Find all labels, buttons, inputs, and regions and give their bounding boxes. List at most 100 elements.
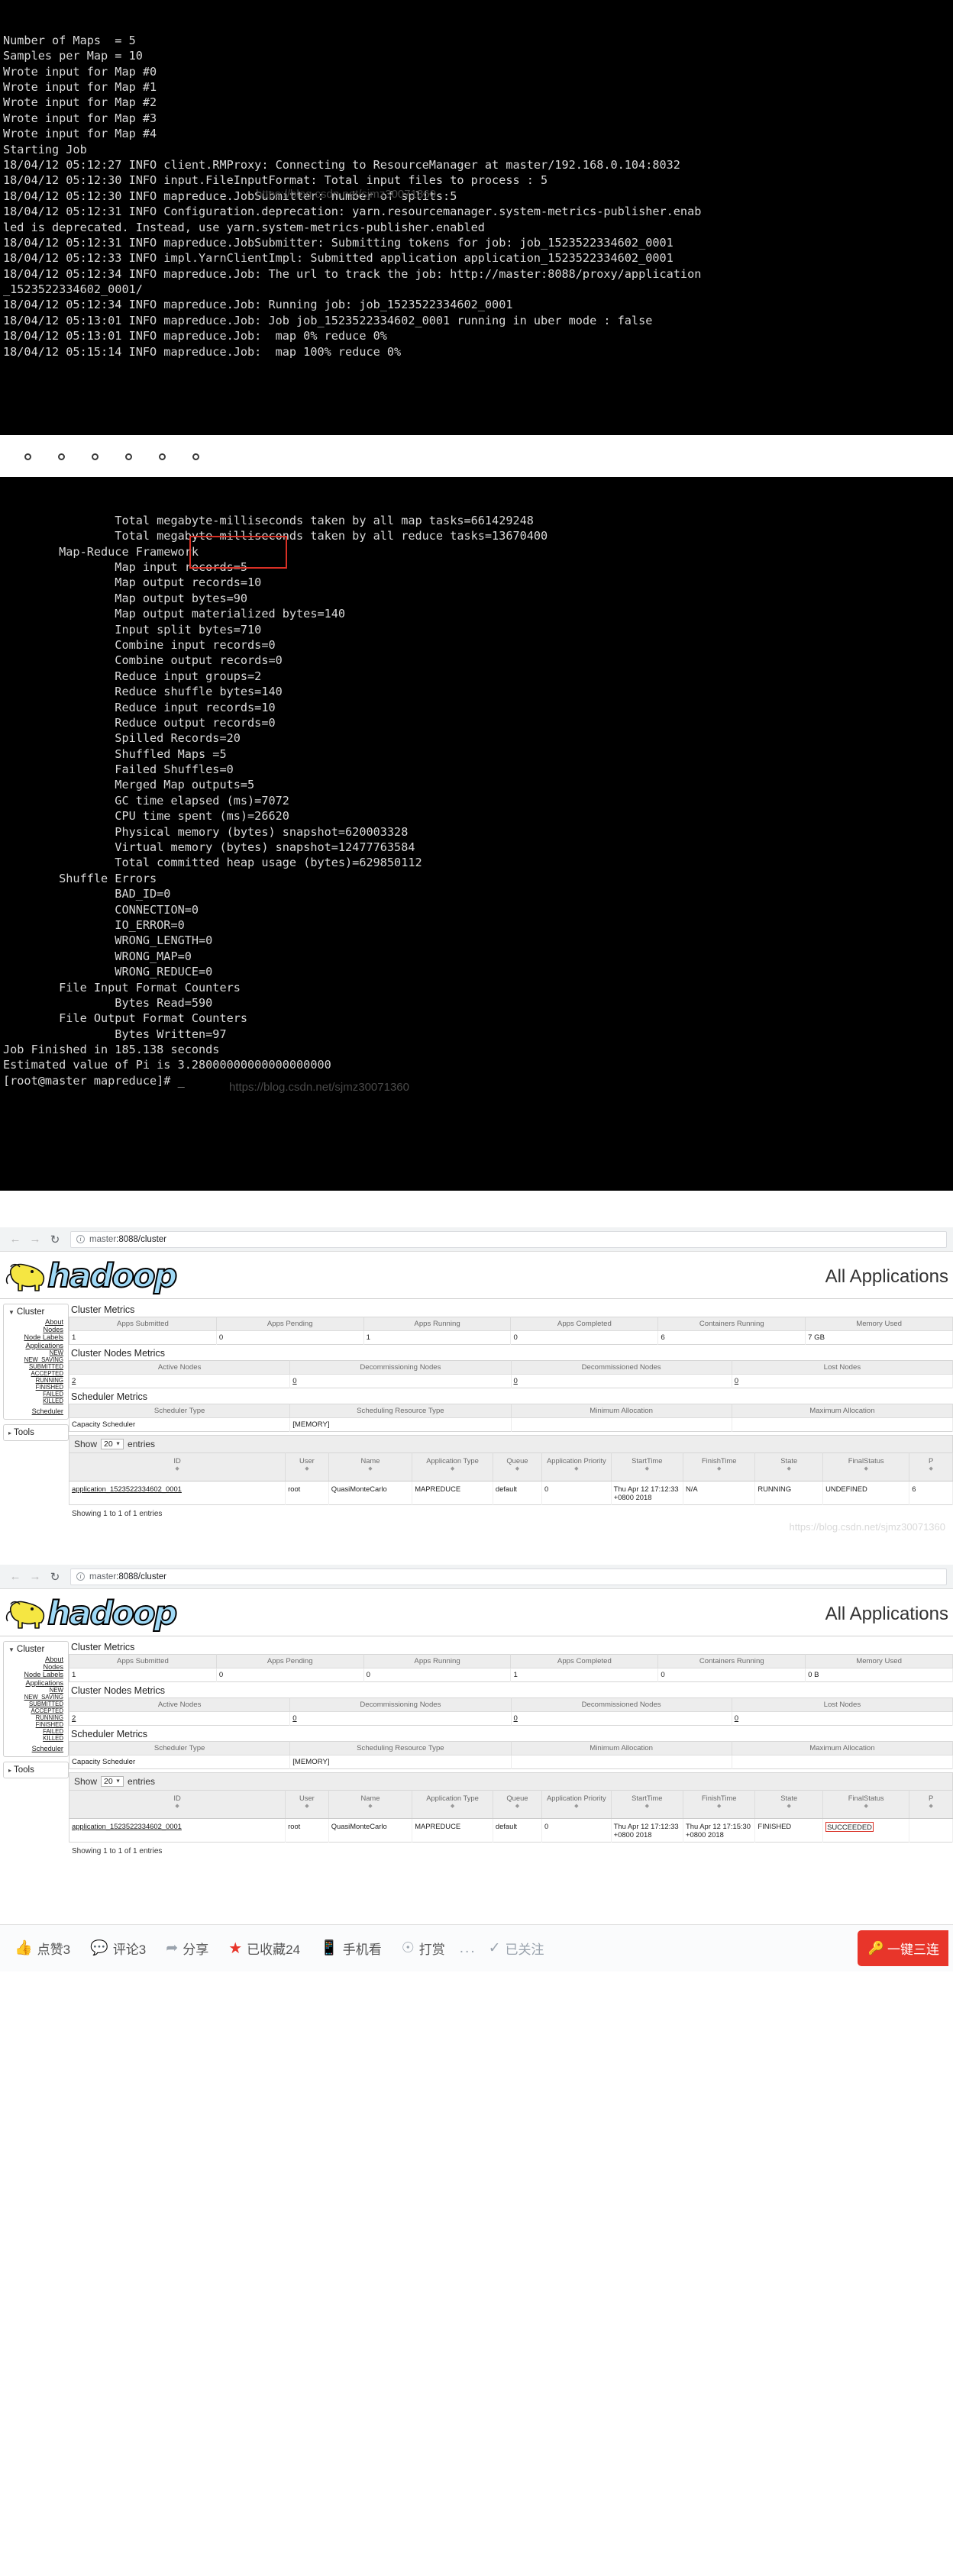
sidebar-state-failed[interactable]: FAILED bbox=[7, 1391, 63, 1398]
address-bar[interactable]: i master:8088/cluster bbox=[70, 1230, 947, 1248]
sidebar-cluster-header[interactable]: ▼ Cluster bbox=[7, 1644, 65, 1656]
favorite-button[interactable]: ★ 已收藏24 bbox=[218, 1939, 310, 1958]
back-icon[interactable]: ← bbox=[6, 1568, 24, 1586]
back-icon[interactable]: ← bbox=[6, 1230, 24, 1249]
sidebar-tools-header[interactable]: ▸ Tools bbox=[7, 1427, 65, 1439]
table-row[interactable]: application_1523522334602_0001 root QuasiM… bbox=[69, 1818, 953, 1843]
column-header[interactable]: Maximum Allocation bbox=[732, 1404, 953, 1418]
more-icon[interactable]: ... bbox=[455, 1940, 481, 1957]
sidebar-state-killed[interactable]: KILLED bbox=[7, 1398, 63, 1404]
column-header[interactable]: Decommissioning Nodes bbox=[289, 1360, 512, 1375]
column-header[interactable]: Apps Running bbox=[363, 1317, 512, 1331]
address-bar[interactable]: i master:8088/cluster bbox=[70, 1568, 947, 1585]
triple-action-cta[interactable]: 🔑 一键三连 bbox=[857, 1930, 948, 1966]
sidebar-state-failed[interactable]: FAILED bbox=[7, 1728, 63, 1735]
sidebar-item-applications[interactable]: Applications bbox=[7, 1679, 63, 1687]
column-header[interactable]: Lost Nodes bbox=[732, 1360, 953, 1375]
hadoop-logo[interactable]: hadoop bbox=[3, 1259, 178, 1294]
sidebar-state-new_saving[interactable]: NEW_SAVING bbox=[7, 1356, 63, 1363]
column-header[interactable]: FinishTime ◆ bbox=[683, 1452, 756, 1481]
reload-icon[interactable]: ↻ bbox=[46, 1230, 64, 1249]
sidebar-state-accepted[interactable]: ACCEPTED bbox=[7, 1370, 63, 1377]
column-header[interactable]: Application Type ◆ bbox=[412, 1790, 493, 1819]
column-header[interactable]: Decommissioned Nodes bbox=[511, 1360, 732, 1375]
hadoop-logo[interactable]: hadoop bbox=[3, 1597, 178, 1631]
column-header[interactable]: Decommissioned Nodes bbox=[511, 1697, 732, 1712]
entries-select[interactable]: 20 ▼ bbox=[101, 1439, 124, 1449]
column-header[interactable]: ID ◆ bbox=[69, 1790, 286, 1819]
column-header[interactable]: FinalStatus ◆ bbox=[822, 1790, 910, 1819]
table-row[interactable]: application_1523522334602_0001 root QuasiM… bbox=[69, 1481, 953, 1505]
column-header[interactable]: Minimum Allocation bbox=[511, 1404, 732, 1418]
column-header[interactable]: Memory Used bbox=[805, 1654, 953, 1668]
sidebar-state-new[interactable]: NEW bbox=[7, 1349, 63, 1356]
sidebar-cluster-header[interactable]: ▼ Cluster bbox=[7, 1307, 65, 1318]
application-link[interactable]: application_1523522334602_0001 bbox=[72, 1822, 182, 1830]
column-header[interactable]: Queue ◆ bbox=[493, 1452, 543, 1481]
column-header[interactable]: Active Nodes bbox=[69, 1360, 291, 1375]
column-header[interactable]: Scheduling Resource Type bbox=[289, 1404, 512, 1418]
column-header[interactable]: Containers Running bbox=[657, 1317, 806, 1331]
sidebar-item-node-labels[interactable]: Node Labels bbox=[7, 1671, 63, 1678]
column-header[interactable]: Lost Nodes bbox=[732, 1697, 953, 1712]
column-header[interactable]: P ◆ bbox=[909, 1452, 953, 1481]
column-header[interactable]: Application Priority ◆ bbox=[541, 1452, 612, 1481]
column-header[interactable]: Maximum Allocation bbox=[732, 1741, 953, 1755]
column-header[interactable]: Active Nodes bbox=[69, 1697, 291, 1712]
cell-id[interactable]: application_1523522334602_0001 bbox=[69, 1818, 286, 1843]
column-header[interactable]: Apps Completed bbox=[510, 1654, 659, 1668]
sidebar-tools-header[interactable]: ▸ Tools bbox=[7, 1765, 65, 1776]
share-button[interactable]: ➦ 分享 bbox=[156, 1939, 218, 1958]
sidebar-state-new[interactable]: NEW bbox=[7, 1687, 63, 1694]
show-entries-control[interactable]: Show 20 ▼ entries bbox=[69, 1772, 953, 1790]
forward-icon[interactable]: → bbox=[26, 1230, 44, 1249]
column-header[interactable]: ID ◆ bbox=[69, 1452, 286, 1481]
column-header[interactable]: Name ◆ bbox=[328, 1452, 413, 1481]
column-header[interactable]: Apps Submitted bbox=[69, 1654, 217, 1668]
application-link[interactable]: application_1523522334602_0001 bbox=[72, 1485, 182, 1493]
sidebar-item-nodes[interactable]: Nodes bbox=[7, 1326, 63, 1333]
sidebar-item-nodes[interactable]: Nodes bbox=[7, 1663, 63, 1671]
column-header[interactable]: Scheduler Type bbox=[69, 1404, 291, 1418]
followed-button[interactable]: ✓ 已关注 bbox=[481, 1939, 552, 1958]
cell-id[interactable]: application_1523522334602_0001 bbox=[69, 1481, 286, 1505]
show-entries-control[interactable]: Show 20 ▼ entries bbox=[69, 1435, 953, 1452]
column-header[interactable]: Scheduling Resource Type bbox=[289, 1741, 512, 1755]
column-header[interactable]: Containers Running bbox=[657, 1654, 806, 1668]
column-header[interactable]: Apps Pending bbox=[216, 1654, 364, 1668]
column-header[interactable]: Scheduler Type bbox=[69, 1741, 291, 1755]
column-header[interactable]: Name ◆ bbox=[328, 1790, 413, 1819]
column-header[interactable]: FinishTime ◆ bbox=[683, 1790, 756, 1819]
column-header[interactable]: Apps Running bbox=[363, 1654, 512, 1668]
sidebar-state-submitted[interactable]: SUBMITTED bbox=[7, 1363, 63, 1370]
sidebar-item-scheduler[interactable]: Scheduler bbox=[7, 1745, 63, 1752]
mobile-view-button[interactable]: 📱 手机看 bbox=[310, 1939, 392, 1958]
sidebar-state-new_saving[interactable]: NEW_SAVING bbox=[7, 1694, 63, 1701]
column-header[interactable]: Application Type ◆ bbox=[412, 1452, 493, 1481]
sidebar-state-accepted[interactable]: ACCEPTED bbox=[7, 1707, 63, 1714]
sidebar-item-node-labels[interactable]: Node Labels bbox=[7, 1333, 63, 1341]
sidebar-state-finished[interactable]: FINISHED bbox=[7, 1721, 63, 1728]
column-header[interactable]: Application Priority ◆ bbox=[541, 1790, 612, 1819]
column-header[interactable]: Memory Used bbox=[805, 1317, 953, 1331]
sidebar-state-running[interactable]: RUNNING bbox=[7, 1714, 63, 1721]
column-header[interactable]: Minimum Allocation bbox=[511, 1741, 732, 1755]
column-header[interactable]: Apps Pending bbox=[216, 1317, 364, 1331]
entries-select[interactable]: 20 ▼ bbox=[101, 1776, 124, 1787]
sidebar-item-about[interactable]: About bbox=[7, 1318, 63, 1326]
column-header[interactable]: User ◆ bbox=[285, 1790, 329, 1819]
like-button[interactable]: 👍 点赞3 bbox=[5, 1939, 80, 1958]
column-header[interactable]: P ◆ bbox=[909, 1790, 953, 1819]
sidebar-state-submitted[interactable]: SUBMITTED bbox=[7, 1701, 63, 1707]
sidebar-state-running[interactable]: RUNNING bbox=[7, 1377, 63, 1384]
forward-icon[interactable]: → bbox=[26, 1568, 44, 1586]
column-header[interactable]: State ◆ bbox=[754, 1790, 824, 1819]
column-header[interactable]: FinalStatus ◆ bbox=[822, 1452, 910, 1481]
column-header[interactable]: Decommissioning Nodes bbox=[289, 1697, 512, 1712]
column-header[interactable]: StartTime ◆ bbox=[611, 1790, 684, 1819]
reward-button[interactable]: ☉ 打赏 bbox=[392, 1939, 455, 1958]
column-header[interactable]: User ◆ bbox=[285, 1452, 329, 1481]
sidebar-state-finished[interactable]: FINISHED bbox=[7, 1384, 63, 1391]
reload-icon[interactable]: ↻ bbox=[46, 1568, 64, 1586]
column-header[interactable]: State ◆ bbox=[754, 1452, 824, 1481]
